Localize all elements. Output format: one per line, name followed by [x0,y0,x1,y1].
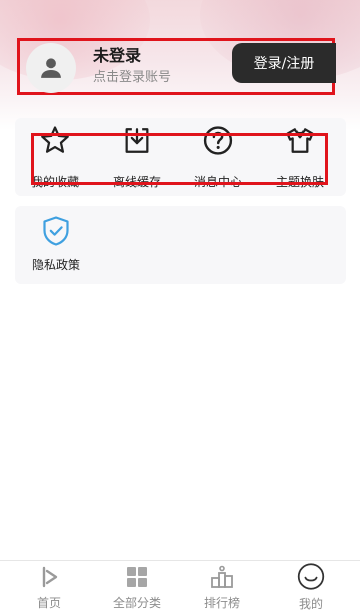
grid-icon [127,567,147,587]
menu-item-label: 离线缓存 [112,175,161,189]
privacy-policy-item[interactable]: 隐私政策 [26,215,86,277]
menu-item-label: 我的收藏 [30,175,79,189]
star-icon [41,126,69,153]
download-icon [125,128,149,153]
person-icon [41,58,61,78]
nav-item-home[interactable]: 首页 [14,564,84,612]
menu-item-favorites[interactable]: 我的收藏 [15,125,95,190]
bottom-navigation: 首页 全部分类 排行榜 我的 [0,560,360,614]
nav-label: 我的 [298,597,323,611]
nav-label: 首页 [36,596,61,610]
menu-item-label: 主题换肤 [275,175,324,189]
home-play-icon [42,566,58,588]
tshirt-icon [286,128,314,153]
menu-item-label: 消息中心 [193,175,242,189]
shield-check-icon [43,216,69,246]
nav-item-categories[interactable]: 全部分类 [102,564,172,612]
menu-item-offline-cache[interactable]: 离线缓存 [97,125,177,190]
login-prompt-text[interactable]: 点击登录账号 [93,66,171,85]
menu-item-theme[interactable]: 主题换肤 [260,125,340,190]
smile-icon [297,563,325,590]
nav-label: 全部分类 [112,596,161,610]
nav-item-ranking[interactable]: 排行榜 [187,564,257,612]
privacy-policy-label: 隐私政策 [31,258,80,272]
login-register-button[interactable]: 登录/注册 [232,43,336,83]
question-icon [203,126,233,155]
nav-item-mine[interactable]: 我的 [276,563,346,612]
menu-item-message-center[interactable]: 消息中心 [178,125,258,190]
ranking-icon [211,565,233,588]
avatar[interactable] [26,43,76,93]
profile-row[interactable]: 未登录 点击登录账号 登录/注册 [17,38,336,95]
login-status-title: 未登录 [93,46,142,65]
nav-label: 排行榜 [203,596,240,610]
